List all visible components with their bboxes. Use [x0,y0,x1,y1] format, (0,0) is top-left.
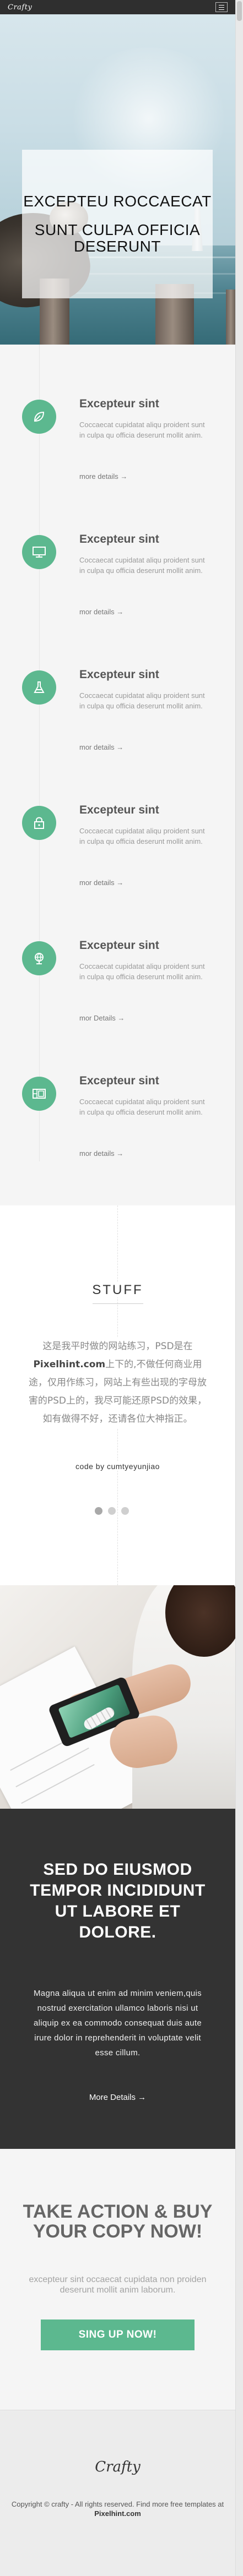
stuff-section: STUFF 这是我平时做的网站练习，PSD是在Pixelhint.com上下的,… [0,1205,235,1585]
hero-caption-box: EXCEPTEU ROCCAECAT SUNT CULPA OFFICIA DE… [22,150,213,298]
hamburger-icon[interactable] [215,2,228,12]
service-title: Excepteur sint [79,1074,159,1087]
service-item: Excepteur sint Coccaecat cupidatat aliqu… [0,615,235,751]
dark-heading: SED DO EIUSMOD TEMPOR INCIDIDUNT UT LABO… [30,1860,206,1941]
service-item: Excepteur sint Coccaecat cupidatat aliqu… [0,1022,235,1158]
footer-copyright: Copyright © crafty - All rights reserved… [11,2500,224,2518]
scrollbar[interactable] [235,0,243,2576]
stuff-text: 这是我平时做的网站练习，PSD是在Pixelhint.com上下的,不做任何商业… [26,1338,209,1428]
footer-logo[interactable]: Crafty [0,2459,235,2475]
service-description: Coccaecat cupidatat aliqu proident sunt … [79,1098,205,1116]
service-description: Coccaecat cupidatat aliqu proident sunt … [79,691,205,710]
flask-icon [22,670,56,705]
service-more-link[interactable]: mor details → [79,1149,123,1158]
stuff-author: code by cumtyeyunjiao [0,1462,235,1471]
service-title: Excepteur sint [79,668,159,681]
dark-more-details-link[interactable]: More Details → [0,2093,235,2102]
service-more-link[interactable]: more details → [79,472,127,481]
service-more-link[interactable]: mor Details → [79,1014,125,1022]
service-title: Excepteur sint [79,939,159,952]
hero-heading: EXCEPTEU ROCCAECAT [23,193,212,210]
service-item: Excepteur sint Coccaecat cupidatat aliqu… [0,886,235,1022]
service-description: Coccaecat cupidatat aliqu proident sunt … [79,827,205,845]
footer: Crafty Copyright © crafty - All rights r… [0,2410,235,2576]
footer-pixelhint-link[interactable]: Pixelhint.com [94,2509,141,2518]
gallery-icon [22,1077,56,1111]
service-item: Excepteur sint Coccaecat cupidatat aliqu… [0,345,235,481]
carousel-dot[interactable] [95,1507,102,1515]
service-title: Excepteur sint [79,804,159,816]
service-item: Excepteur sint Coccaecat cupidatat aliqu… [0,751,235,887]
service-more-link[interactable]: mor details → [79,878,123,887]
dark-feature-section: SED DO EIUSMOD TEMPOR INCIDIDUNT UT LABO… [0,1809,235,2149]
cta-subtitle: excepteur sint occaecat cupidata non pro… [29,2275,207,2295]
hero-subheading: SUNT CULPA OFFICIA DESERUNT [34,221,201,255]
service-title: Excepteur sint [79,533,159,545]
pixelhint-link[interactable]: Pixelhint.com [33,1359,105,1370]
carousel-dot[interactable] [108,1507,116,1515]
globe-icon [22,941,56,975]
carousel-dot[interactable] [121,1507,129,1515]
service-more-link[interactable]: mor details → [79,743,123,751]
logo[interactable]: Crafty [8,3,32,12]
phone-in-hand-photo [0,1585,235,1809]
dark-text: Magna aliqua ut enim ad minim veniem,qui… [34,1989,202,2057]
service-title: Excepteur sint [79,397,159,410]
lock-icon [22,806,56,840]
cta-section: TAKE ACTION & BUY YOUR COPY NOW! excepte… [0,2149,235,2410]
header: Crafty [0,0,235,14]
hero-banner: EXCEPTEU ROCCAECAT SUNT CULPA OFFICIA DE… [0,14,235,345]
monitor-icon [22,535,56,569]
page: Crafty EXCEPTEU ROCCAECAT SUNT CULPA OFF… [0,0,235,2576]
stuff-title: STUFF [0,1282,235,1298]
services-section: Excepteur sint Coccaecat cupidatat aliqu… [0,345,235,1161]
service-description: Coccaecat cupidatat aliqu proident sunt … [79,962,205,981]
scrollbar-thumb[interactable] [237,1,242,21]
carousel-dots [95,1507,129,1515]
service-description: Coccaecat cupidatat aliqu proident sunt … [79,421,205,439]
signup-button[interactable]: SING UP NOW! [41,2320,195,2350]
service-item: Excepteur sint Coccaecat cupidatat aliqu… [0,480,235,616]
service-description: Coccaecat cupidatat aliqu proident sunt … [79,556,205,575]
cta-heading: TAKE ACTION & BUY YOUR COPY NOW! [23,2201,213,2242]
service-more-link[interactable]: mor details → [79,608,123,616]
leaf-icon [22,400,56,434]
